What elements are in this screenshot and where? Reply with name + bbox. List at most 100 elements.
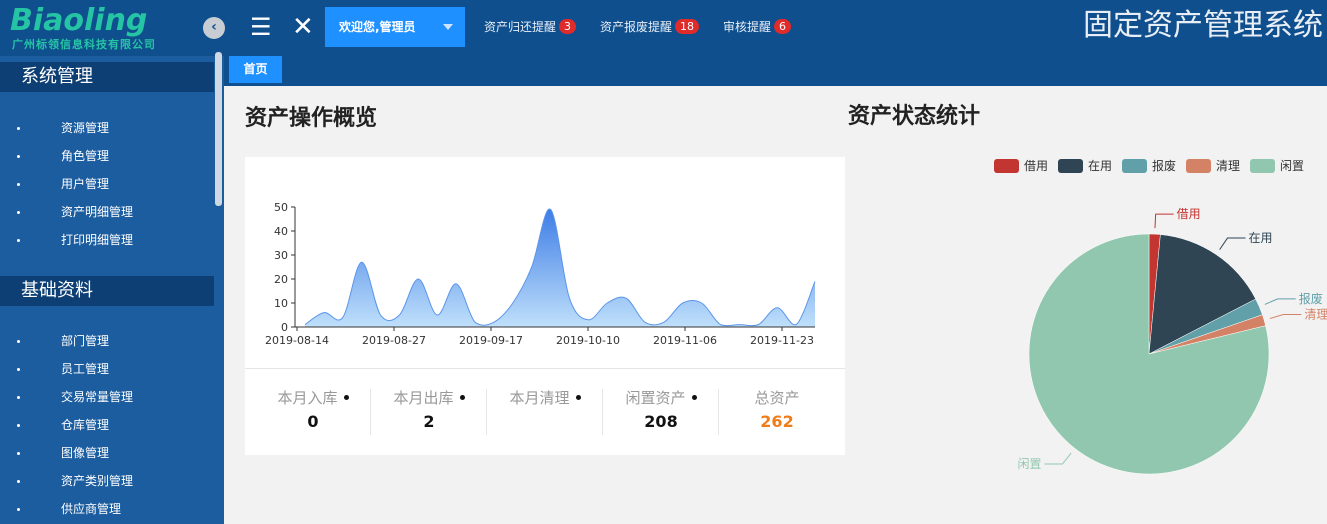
y-tick-label: 20 xyxy=(274,273,288,286)
bullet-icon xyxy=(17,155,20,158)
pie-slice-label: 借用 xyxy=(1177,207,1201,221)
section-title: 基础资料 xyxy=(21,280,93,301)
pie-label-line xyxy=(1264,298,1296,305)
sidebar-item-label: 资源管理 xyxy=(61,121,110,135)
x-tick-label: 2019-10-10 xyxy=(556,334,620,347)
notice-label: 资产报废提醒 xyxy=(600,20,673,34)
legend-item-1: 在用 xyxy=(1058,159,1112,173)
tab-strip xyxy=(224,56,1327,86)
sidebar-item-label: 资产明细管理 xyxy=(61,205,134,219)
legend-swatch xyxy=(1250,159,1275,173)
sidebar-item-asset-categories[interactable]: 资产类别管理 xyxy=(0,467,214,495)
status-title: 资产状态统计 xyxy=(848,104,981,129)
welcome-text: 欢迎您,管理员 xyxy=(339,20,416,34)
x-tick-label: 2019-11-06 xyxy=(653,334,717,347)
sidebar-item-roles[interactable]: 角色管理 xyxy=(0,142,214,170)
x-tick-label: 2019-09-17 xyxy=(459,334,523,347)
sidebar-item-label: 图像管理 xyxy=(61,446,110,460)
bullet-icon xyxy=(17,480,20,483)
return-reminder-link[interactable]: 资产归还提醒 3 xyxy=(484,18,577,36)
stat-label: 本月清理 xyxy=(509,389,570,407)
stat-value: 0 xyxy=(307,412,319,431)
pie-label-line xyxy=(1044,452,1072,465)
brand-name: Biaoling xyxy=(10,3,148,38)
sidebar-item-resources[interactable]: 资源管理 xyxy=(0,114,214,142)
legend-label: 在用 xyxy=(1088,159,1112,173)
pie-label-line xyxy=(1269,314,1302,319)
dot-icon xyxy=(459,395,465,400)
stat-idle-assets: 闲置资产 208 xyxy=(603,387,719,435)
asset-status-pie-chart: 借用 在用 报废 清理 闲置借用在用报废清理闲置 xyxy=(994,158,1327,475)
operation-area-chart: 0 10 20 30 40 50 2019-08-14 2019-08-27 2019-09-1… xyxy=(265,201,816,347)
legend-item-4: 闲置 xyxy=(1250,159,1304,173)
sidebar-item-label: 供应商管理 xyxy=(61,502,122,516)
user-menu-button[interactable]: 欢迎您,管理员 xyxy=(325,7,465,47)
legend-item-3: 清理 xyxy=(1186,159,1240,173)
divider xyxy=(245,368,845,369)
system-title: 固定资产管理系统 xyxy=(1083,8,1323,43)
notice-count-badge: 6 xyxy=(774,19,792,34)
dot-icon xyxy=(343,395,349,400)
sidebar-item-departments[interactable]: 部门管理 xyxy=(0,327,214,355)
notice-label: 资产归还提醒 xyxy=(484,20,557,34)
sidebar-item-label: 用户管理 xyxy=(61,177,110,191)
area-series xyxy=(305,209,815,327)
stat-stock-in: 本月入库 0 xyxy=(255,387,371,435)
stat-cleanup: 本月清理 xyxy=(487,387,603,409)
sidebar-item-images[interactable]: 图像管理 xyxy=(0,439,214,467)
close-icon[interactable]: ✕ xyxy=(292,13,314,41)
dot-icon xyxy=(691,395,697,400)
stat-value: 262 xyxy=(760,412,794,431)
caret-down-icon xyxy=(443,24,453,30)
sidebar-item-print-details[interactable]: 打印明细管理 xyxy=(0,226,214,254)
stat-value: 208 xyxy=(644,412,678,431)
y-tick-label: 10 xyxy=(274,297,288,310)
sidebar-item-asset-details[interactable]: 资产明细管理 xyxy=(0,198,214,226)
section-title: 系统管理 xyxy=(21,66,93,87)
sidebar-item-suppliers[interactable]: 供应商管理 xyxy=(0,495,214,523)
sidebar-collapse-icon[interactable]: ‹ xyxy=(203,17,225,39)
pie-label-line xyxy=(1154,213,1174,229)
sidebar-item-label: 交易常量管理 xyxy=(61,390,134,404)
stat-label: 闲置资产 xyxy=(625,389,686,407)
pie-slice-label: 清理 xyxy=(1304,308,1327,322)
sidebar-item-employees[interactable]: 员工管理 xyxy=(0,355,214,383)
pie-label-line xyxy=(1219,237,1246,250)
notice-count-badge: 18 xyxy=(675,19,700,34)
stat-value: 2 xyxy=(423,412,435,431)
legend-label: 清理 xyxy=(1216,159,1240,173)
stat-label: 本月出库 xyxy=(393,389,454,407)
stat-label: 本月入库 xyxy=(277,389,338,407)
sidebar-item-label: 仓库管理 xyxy=(61,418,110,432)
brand-subtitle: 广州标领信息科技有限公司 xyxy=(12,38,156,51)
bullet-icon xyxy=(17,368,20,371)
tab-home[interactable]: 首页 xyxy=(229,56,282,83)
stat-total-assets: 总资产 262 xyxy=(719,387,835,435)
y-tick-label: 40 xyxy=(274,225,288,238)
sidebar-item-label: 员工管理 xyxy=(61,362,110,376)
scrap-reminder-link[interactable]: 资产报废提醒 18 xyxy=(600,18,700,36)
stat-label: 总资产 xyxy=(754,389,800,407)
sidebar-item-label: 打印明细管理 xyxy=(61,233,134,247)
y-tick-label: 0 xyxy=(281,321,288,334)
sidebar-scrollbar[interactable] xyxy=(215,52,222,206)
sidebar-item-label: 资产类别管理 xyxy=(61,474,134,488)
bullet-icon xyxy=(17,183,20,186)
legend-label: 报废 xyxy=(1152,158,1176,173)
bullet-icon xyxy=(17,508,20,511)
sidebar-section-basic-data[interactable]: 基础资料 xyxy=(0,276,214,306)
sidebar-section-system[interactable]: 系统管理 xyxy=(0,62,214,92)
menu-icon[interactable]: ☰ xyxy=(250,14,272,40)
bullet-icon xyxy=(17,127,20,130)
legend-item-0: 借用 xyxy=(994,159,1048,173)
bullet-icon xyxy=(17,340,20,343)
sidebar-item-users[interactable]: 用户管理 xyxy=(0,170,214,198)
pie-slice-label: 报废 xyxy=(1299,291,1323,306)
x-tick-label: 2019-08-14 xyxy=(265,334,329,347)
sidebar-item-warehouses[interactable]: 仓库管理 xyxy=(0,411,214,439)
audit-reminder-link[interactable]: 审核提醒 6 xyxy=(723,18,792,36)
bullet-icon xyxy=(17,424,20,427)
bullet-icon xyxy=(17,396,20,399)
y-tick-label: 30 xyxy=(274,249,288,262)
sidebar-item-trade-constants[interactable]: 交易常量管理 xyxy=(0,383,214,411)
